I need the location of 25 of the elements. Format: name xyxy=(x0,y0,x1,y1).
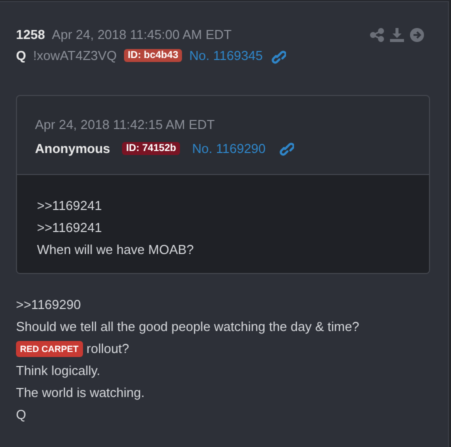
post-text: Think logically. xyxy=(16,362,100,380)
poster-id-badge: ID: 74152b xyxy=(122,142,180,154)
link-icon[interactable] xyxy=(270,48,286,64)
post-text: Q xyxy=(16,406,26,424)
share-icon[interactable] xyxy=(370,28,384,42)
highlight-tag: RED CARPET xyxy=(16,341,83,357)
arrow-circle-icon[interactable] xyxy=(410,28,424,42)
tripcode: !xowAT4Z3VQ xyxy=(33,48,117,63)
poster-name: Anonymous xyxy=(35,140,110,156)
poster-id-badge: ID: bc4b43 xyxy=(124,49,182,62)
post-text: >>1169241 xyxy=(37,197,102,215)
post-text: >>1169290 xyxy=(16,296,81,314)
post-number-link[interactable]: No. 1169345 xyxy=(189,48,263,63)
post-text: When will we have MOAB? xyxy=(37,241,194,259)
poster-name: Q xyxy=(16,48,26,63)
post-date: Apr 24, 2018 11:45:00 AM EDT xyxy=(52,27,232,42)
post-date: Apr 24, 2018 11:42:15 AM EDT xyxy=(35,116,215,132)
post-count: 1258 xyxy=(16,27,45,42)
post-number-link[interactable]: No. 1169290 xyxy=(192,140,266,156)
post-text: Should we tell all the good people watching the day & time? xyxy=(16,318,360,336)
post-text: >>1169241 xyxy=(37,219,102,237)
post-text: The world is watching. xyxy=(16,384,145,402)
link-icon[interactable] xyxy=(278,140,294,156)
download-icon[interactable] xyxy=(390,28,404,42)
post-text: rollout? xyxy=(86,340,130,358)
